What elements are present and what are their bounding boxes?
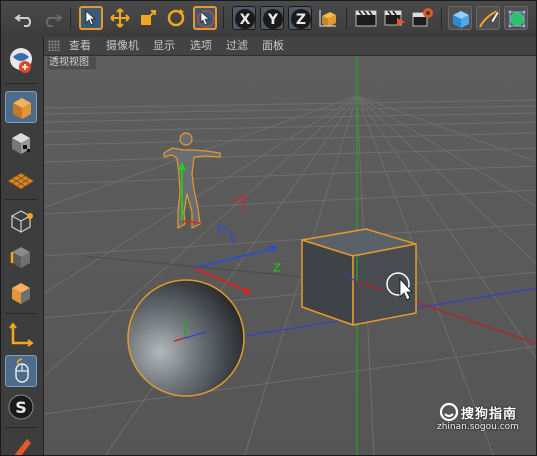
redo-icon[interactable] — [40, 6, 64, 30]
menu-camera[interactable]: 摄像机 — [106, 39, 139, 53]
grip-icon[interactable] — [48, 40, 60, 51]
menu-display[interactable]: 显示 — [153, 39, 175, 53]
axis-mode-icon[interactable] — [5, 319, 37, 351]
edges-mode-icon[interactable] — [5, 241, 37, 273]
tweak-mode-icon[interactable] — [5, 355, 37, 387]
undo-icon[interactable] — [13, 6, 37, 30]
cube-object — [301, 228, 417, 326]
render-settings-icon[interactable] — [411, 6, 435, 30]
subdivision-icon[interactable] — [504, 6, 528, 30]
z-axis-icon[interactable]: Z — [288, 6, 312, 30]
main-toolbar: X Y Z — [1, 1, 536, 38]
pen-spline-icon[interactable] — [476, 6, 500, 30]
scale-icon[interactable] — [136, 6, 160, 30]
brush-icon[interactable] — [5, 433, 37, 455]
make-editable-icon[interactable] — [5, 45, 37, 77]
menu-filter[interactable]: 过滤 — [226, 39, 248, 53]
x-axis-icon[interactable]: X — [232, 6, 256, 30]
watermark-url: zhinan.sogou.com — [437, 422, 519, 432]
workplane-icon[interactable] — [5, 163, 37, 195]
menu-panel[interactable]: 面板 — [262, 39, 284, 53]
cube-primitive-icon[interactable] — [448, 6, 472, 30]
viewport-label: 透视视图 — [49, 57, 89, 68]
render-view-icon[interactable] — [354, 6, 378, 30]
rotate-icon[interactable] — [164, 6, 188, 30]
svg-text:Y: Y — [267, 12, 279, 28]
sphere-object — [127, 279, 245, 397]
y-axis-icon[interactable]: Y — [260, 6, 284, 30]
viewport-scene — [44, 56, 536, 455]
svg-text:S: S — [15, 398, 27, 417]
menu-view[interactable]: 查看 — [69, 39, 91, 53]
sogou-logo-icon — [439, 402, 459, 422]
points-mode-icon[interactable] — [5, 205, 37, 237]
model-mode-icon[interactable] — [5, 91, 37, 123]
svg-text:X: X — [240, 12, 251, 28]
select-icon[interactable] — [79, 6, 103, 30]
viewport-menu-bar: 查看 摄像机 显示 选项 过滤 面板 — [44, 37, 536, 56]
svg-text:Z: Z — [296, 12, 306, 28]
coordinate-system-icon[interactable] — [316, 6, 340, 30]
move-icon[interactable] — [108, 6, 132, 30]
live-select-icon[interactable] — [193, 6, 217, 30]
polygons-mode-icon[interactable] — [5, 277, 37, 309]
texture-mode-icon[interactable] — [5, 127, 37, 159]
menu-options[interactable]: 选项 — [190, 39, 212, 53]
watermark-text: 搜狗指南 — [461, 407, 518, 422]
render-picture-viewer-icon[interactable] — [383, 6, 407, 30]
left-toolbar: S — [1, 37, 44, 455]
perspective-viewport[interactable]: 透视视图 — [44, 56, 536, 455]
cinema4d-window: X Y Z S 查看 摄像机 显示 选项 过滤 面板 透视视图 搜狗指南 zhi… — [0, 0, 537, 456]
snap-icon[interactable]: S — [5, 391, 37, 423]
